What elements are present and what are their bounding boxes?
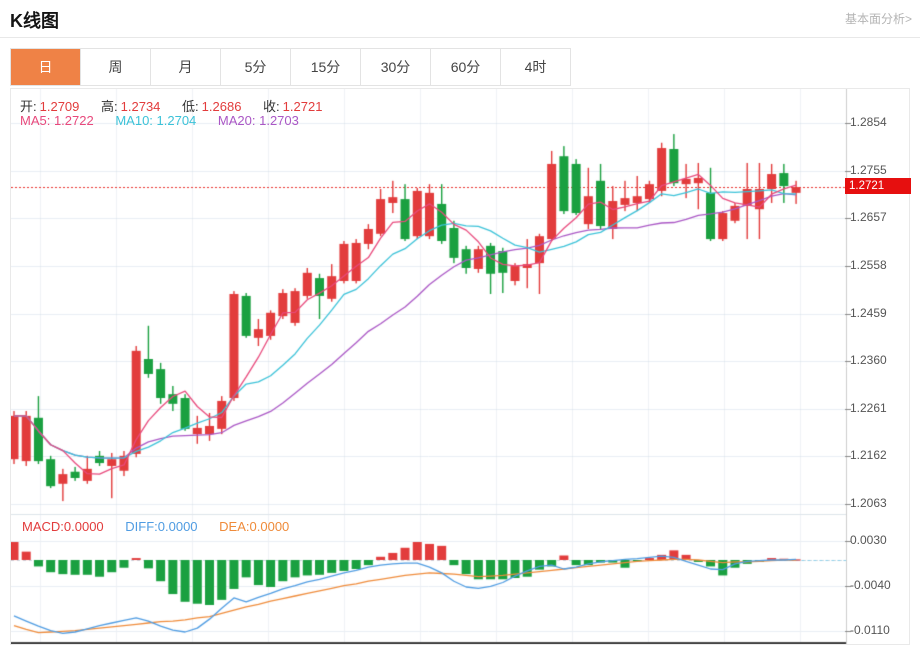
price-axis-label: 1.2657 xyxy=(850,210,887,225)
price-axis-label: 1.2459 xyxy=(850,305,887,320)
open-value: 1.2709 xyxy=(39,99,80,114)
ma10-value: MA10: 1.2704 xyxy=(115,113,197,128)
chart-container xyxy=(10,88,910,645)
dea-value: DEA:0.0000 xyxy=(219,519,290,534)
macd-legend: MACD:0.0000 DIFF:0.0000 DEA:0.0000 xyxy=(22,519,292,534)
macd-axis-label: 0.0030 xyxy=(850,532,887,547)
last-price-badge: 1.2721 xyxy=(845,178,911,195)
ma5-value: MA5: 1.2722 xyxy=(20,113,94,128)
macd-axis-label: -0.0040 xyxy=(850,577,891,592)
close-label: 收: xyxy=(263,99,280,114)
high-label: 高: xyxy=(101,99,118,114)
ma-legend: MA5: 1.2722 MA10: 1.2704 MA20: 1.2703 xyxy=(20,113,302,128)
tab-day[interactable]: 日 xyxy=(11,49,81,85)
price-axis-label: 1.2558 xyxy=(850,257,887,272)
low-label: 低: xyxy=(182,99,199,114)
tab-week[interactable]: 周 xyxy=(81,49,151,85)
high-value: 1.2734 xyxy=(120,99,161,114)
page-title: K线图 xyxy=(10,11,59,31)
macd-value: MACD:0.0000 xyxy=(22,519,104,534)
period-tabbar: 日周月 5分 15分 30分 60分 4时 xyxy=(10,48,571,86)
tab-5min[interactable]: 5分 xyxy=(221,49,291,85)
open-label: 开: xyxy=(20,99,37,114)
kline-chart-canvas[interactable] xyxy=(11,89,909,644)
kline-page: { "header": { "title": "K线图", "analysis_… xyxy=(0,0,920,647)
price-axis-label: 1.2755 xyxy=(850,162,887,177)
macd-axis-label: -0.0110 xyxy=(850,622,890,637)
tab-4hour[interactable]: 4时 xyxy=(501,49,570,85)
tab-60min[interactable]: 60分 xyxy=(431,49,501,85)
ma20-value: MA20: 1.2703 xyxy=(217,113,299,128)
price-axis-label: 1.2063 xyxy=(850,496,887,510)
diff-value: DIFF:0.0000 xyxy=(125,519,198,534)
low-value: 1.2686 xyxy=(201,99,242,114)
tab-month[interactable]: 月 xyxy=(151,49,221,85)
close-value: 1.2721 xyxy=(282,99,323,114)
price-axis-label: 1.2854 xyxy=(850,115,887,129)
price-axis-label: 1.2162 xyxy=(850,448,887,463)
header-divider xyxy=(0,37,920,38)
tab-15min[interactable]: 15分 xyxy=(291,49,361,85)
price-axis-label: 1.2360 xyxy=(850,353,887,368)
fundamental-analysis-link[interactable]: 基本面分析> xyxy=(845,10,912,27)
price-axis-label: 1.2261 xyxy=(850,400,887,415)
tab-30min[interactable]: 30分 xyxy=(361,49,431,85)
